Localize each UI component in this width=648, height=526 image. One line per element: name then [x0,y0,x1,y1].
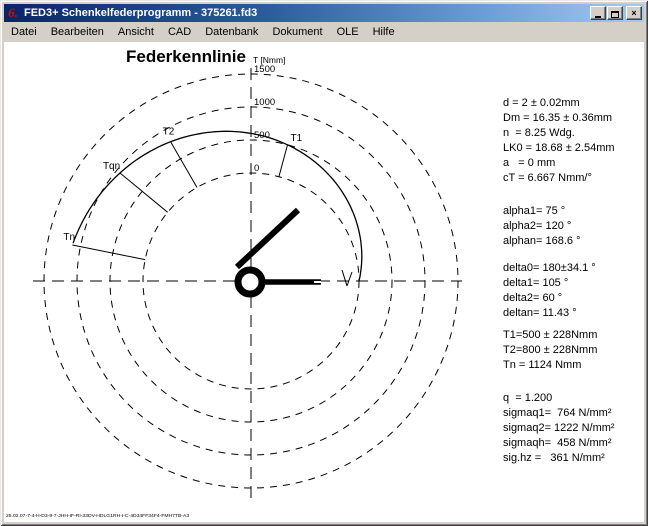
point-tick-T2 [171,142,197,188]
param-line: sigmaqh= 458 N/mm² [503,436,648,451]
param-line: sig.hz = 361 N/mm² [503,451,648,466]
param-block-3: delta0= 180±34.1 °delta1= 105 °delta2= 6… [503,261,648,321]
point-tick-T1 [279,145,288,177]
characteristic-curve [73,131,362,281]
maximize-icon [611,11,619,18]
param-block-5: q = 1.200sigmaq1= 764 N/mm²sigmaq2= 1222… [503,391,648,466]
spring-coil [238,270,262,294]
chart-title: Federkennlinie [126,47,246,66]
menu-item-datenbank[interactable]: Datenbank [198,24,265,40]
point-label-T2: T2 [163,127,175,138]
param-line: cT = 6.667 Nmm/° [503,171,648,186]
window-title: FED3+ Schenkelfederprogramm - 375261.fd3 [24,7,589,19]
app-icon[interactable]: 6. [6,6,20,20]
curve-start-tick [347,272,352,286]
close-icon: × [631,8,636,18]
point-label-T1: T1 [290,133,302,144]
radial-axis-label: T [Nmm] [253,55,285,65]
param-line: Tn = 1124 Nmm [503,358,648,373]
drawing-canvas: 050010001500FederkennlinieT [Nmm]T1T2Tqn… [4,42,644,522]
menu-item-cad[interactable]: CAD [161,24,198,40]
param-line: sigmaq2= 1222 N/mm² [503,421,648,436]
app-window: 6. FED3+ Schenkelfederprogramm - 375261.… [0,0,648,526]
param-line: d = 2 ± 0.02mm [503,96,648,111]
param-line: alpha2= 120 ° [503,219,648,234]
radial-tick-label: 1500 [254,64,275,75]
point-tick-Tqn [120,173,168,212]
param-line: delta1= 105 ° [503,276,648,291]
footer-text: 25.02.07-7-4-H-D3-9-7-JHH-IF-RI-33DV-HDL… [6,514,189,519]
param-line: T2=800 ± 228Nmm [503,343,648,358]
param-line: alphan= 168.6 ° [503,234,648,249]
curve-start-tick [342,270,347,286]
param-line: alpha1= 75 ° [503,204,648,219]
param-line: n = 8.25 Wdg. [503,126,648,141]
param-block-1: d = 2 ± 0.02mmDm = 16.35 ± 0.36mmn = 8.2… [503,96,648,186]
param-block-4: T1=500 ± 228NmmT2=800 ± 228NmmTn = 1124 … [503,328,648,373]
menu-item-ole[interactable]: OLE [330,24,366,40]
close-button[interactable]: × [626,6,642,20]
minimize-button[interactable] [590,6,606,20]
title-bar[interactable]: 6. FED3+ Schenkelfederprogramm - 375261.… [4,4,644,22]
maximize-button[interactable] [607,6,623,20]
spring-characteristic-chart: 050010001500FederkennlinieT [Nmm]T1T2Tqn… [4,42,499,512]
spring-leg-upper [237,210,298,267]
radial-tick-label: 1000 [254,97,275,108]
param-line: delta2= 60 ° [503,291,648,306]
param-line: sigmaq1= 764 N/mm² [503,406,648,421]
param-line: q = 1.200 [503,391,648,406]
radial-tick-label: 0 [254,163,259,174]
param-line: a = 0 mm [503,156,648,171]
point-tick-Tn [72,245,145,260]
param-block-2: alpha1= 75 °alpha2= 120 °alphan= 168.6 ° [503,204,648,249]
menu-bar: DateiBearbeitenAnsichtCADDatenbankDokume… [4,23,644,41]
minimize-icon [595,16,601,18]
menu-item-datei[interactable]: Datei [4,24,44,40]
param-line: Dm = 16.35 ± 0.36mm [503,111,648,126]
point-label-Tn: Tn [63,232,75,243]
param-line: T1=500 ± 228Nmm [503,328,648,343]
menu-item-hilfe[interactable]: Hilfe [366,24,402,40]
param-line: delta0= 180±34.1 ° [503,261,648,276]
menu-item-ansicht[interactable]: Ansicht [111,24,161,40]
menu-item-bearbeiten[interactable]: Bearbeiten [44,24,111,40]
param-line: deltan= 11.43 ° [503,306,648,321]
point-label-Tqn: Tqn [103,161,120,172]
menu-item-dokument[interactable]: Dokument [265,24,329,40]
param-line: LK0 = 18.68 ± 2.54mm [503,141,648,156]
